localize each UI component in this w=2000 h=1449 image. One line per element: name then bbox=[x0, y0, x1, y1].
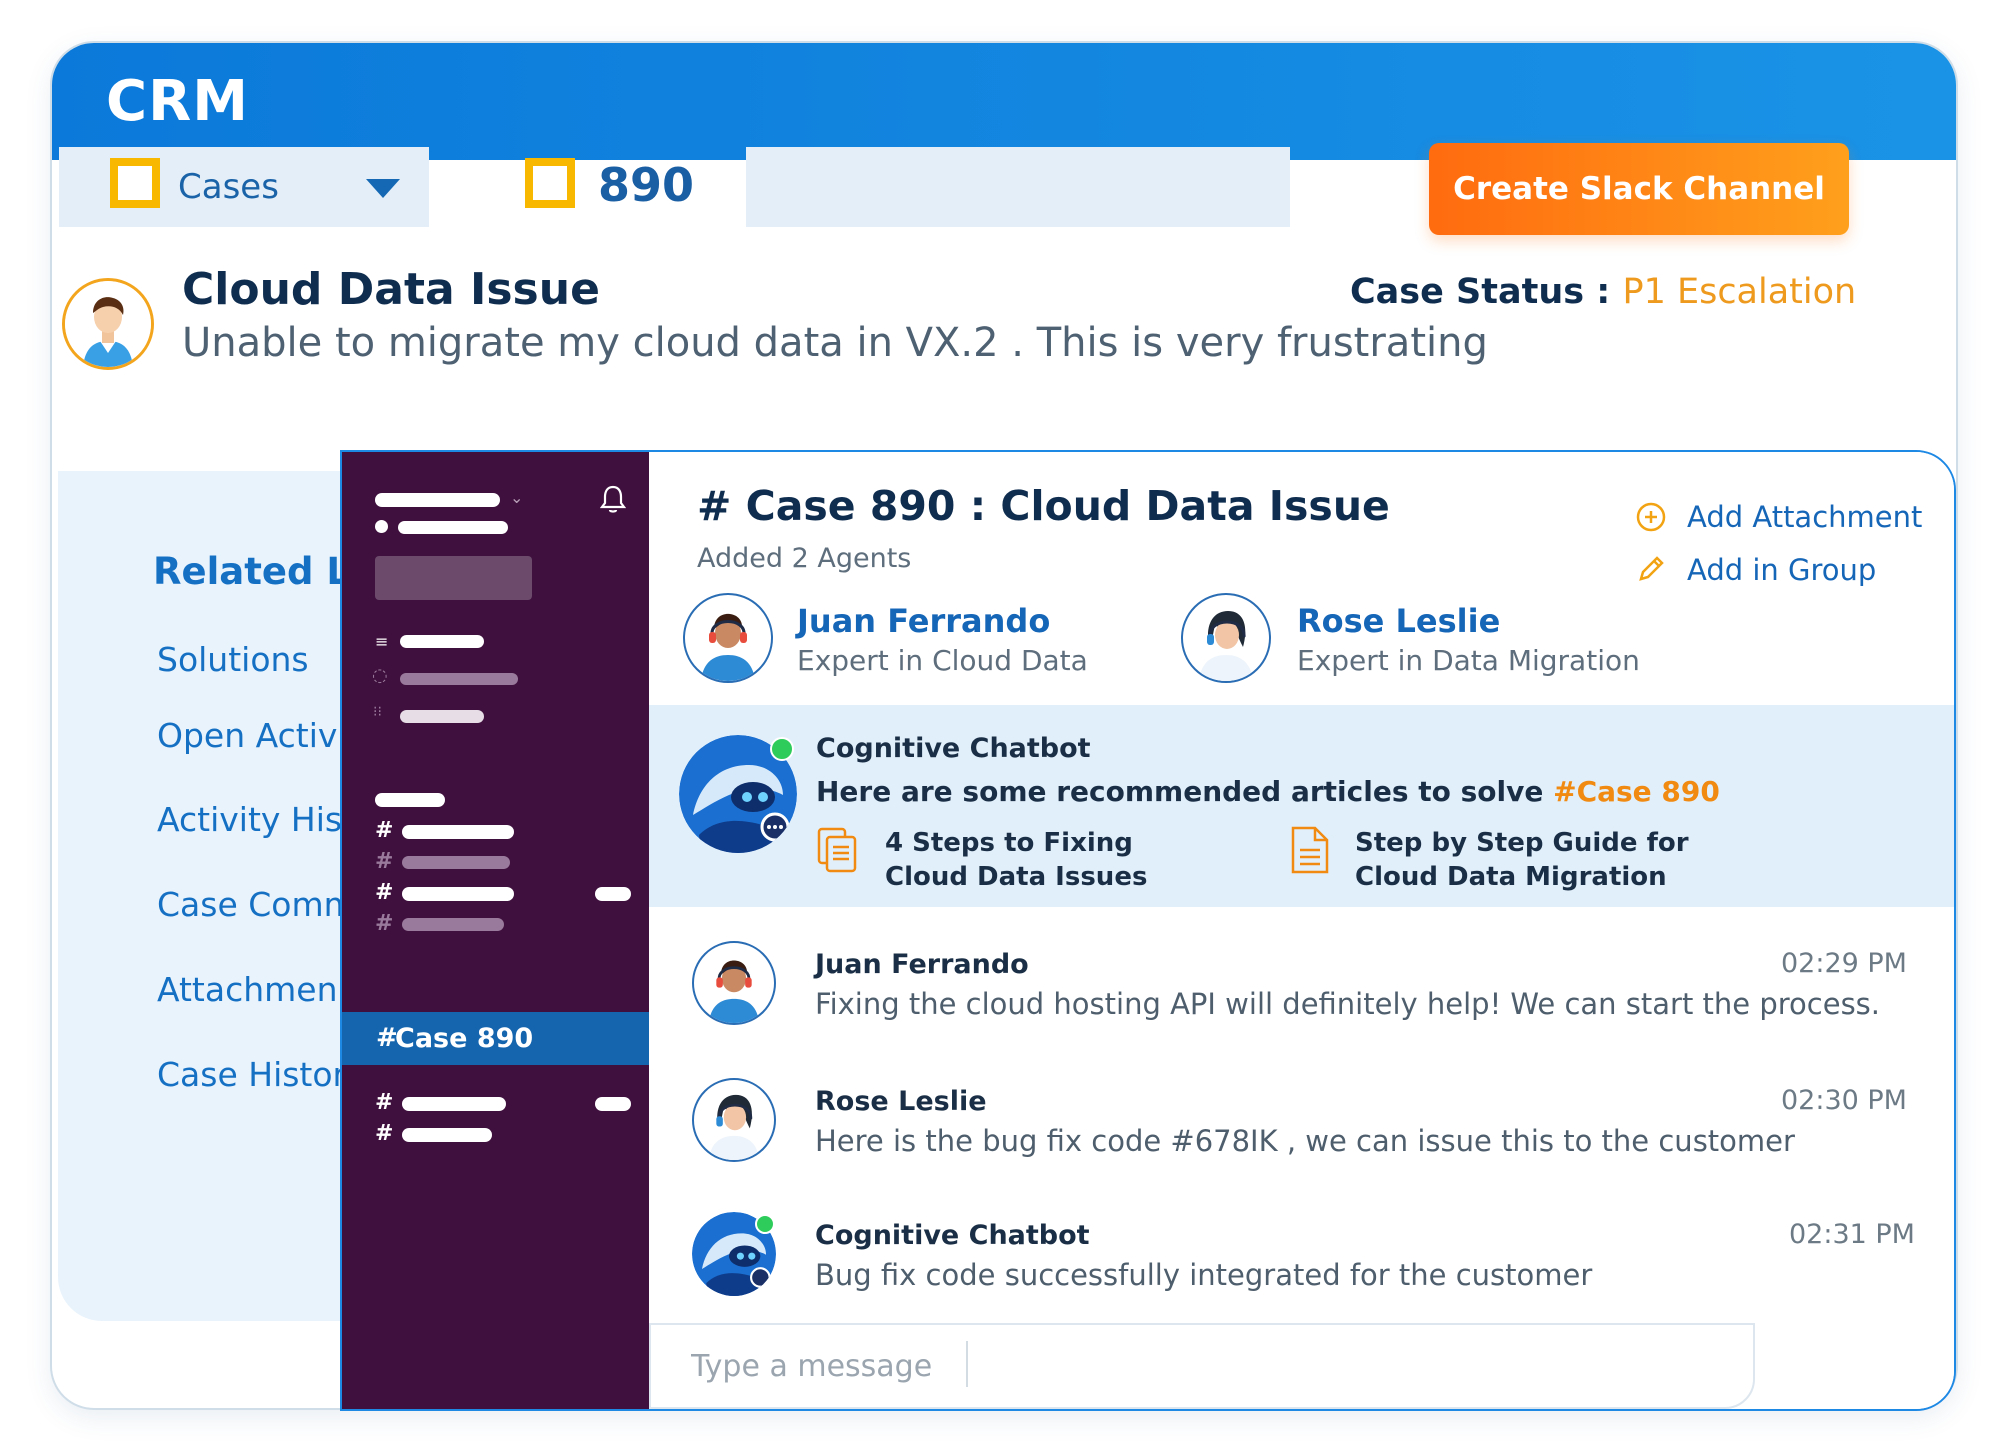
module-checkbox[interactable] bbox=[110, 158, 160, 208]
article-link-2[interactable]: Step by Step Guide for Cloud Data Migrat… bbox=[1355, 826, 1689, 894]
threads-icon: ≡ bbox=[375, 632, 389, 651]
plus-circle-icon[interactable] bbox=[1635, 501, 1667, 537]
related-lists-heading: Related Li bbox=[153, 550, 363, 593]
agent-name[interactable]: Juan Ferrando bbox=[797, 602, 1050, 640]
sidebar-channel-5[interactable] bbox=[402, 1097, 506, 1111]
hash-icon: # bbox=[375, 849, 394, 874]
message-text: Bug fix code successfully integrated for… bbox=[815, 1258, 1593, 1292]
related-item-case-history[interactable]: Case Histor bbox=[157, 1055, 346, 1094]
agent-headset-icon bbox=[1199, 611, 1253, 681]
channel-subtitle: Added 2 Agents bbox=[697, 543, 912, 574]
add-attachment-link[interactable]: Add Attachment bbox=[1687, 500, 1922, 534]
bot-message: Here are some recommended articles to so… bbox=[816, 775, 1720, 808]
chevron-down-icon[interactable] bbox=[366, 179, 400, 198]
username-placeholder bbox=[398, 521, 508, 534]
module-dropdown-label: Cases bbox=[178, 167, 279, 207]
message-author[interactable]: Rose Leslie bbox=[815, 1086, 987, 1117]
sidebar-channel-2[interactable] bbox=[402, 856, 510, 869]
bot-message-text: Here are some recommended articles to so… bbox=[816, 775, 1554, 808]
case-description: Unable to migrate my cloud data in VX.2 … bbox=[182, 320, 1488, 366]
message-timestamp: 02:31 PM bbox=[1789, 1219, 1915, 1250]
case-number: 890 bbox=[598, 158, 695, 212]
bell-icon[interactable] bbox=[599, 484, 627, 518]
message-timestamp: 02:29 PM bbox=[1781, 948, 1907, 979]
sidebar-item-threads[interactable] bbox=[400, 635, 484, 648]
pencil-icon[interactable] bbox=[1635, 553, 1667, 589]
agent-avatar-rose[interactable] bbox=[1181, 593, 1271, 683]
hash-icon: # bbox=[375, 1121, 394, 1146]
related-item-solutions[interactable]: Solutions bbox=[157, 640, 309, 679]
message-text: Fixing the cloud hosting API will defini… bbox=[815, 987, 1880, 1021]
online-status-icon bbox=[770, 737, 794, 761]
online-status-icon bbox=[755, 1214, 775, 1234]
composer-divider bbox=[966, 1341, 968, 1387]
unread-badge bbox=[595, 887, 631, 901]
sidebar-channel-6[interactable] bbox=[402, 1128, 492, 1142]
message-avatar-rose[interactable] bbox=[692, 1078, 776, 1162]
case-status: Case Status : P1 Escalation bbox=[1350, 272, 1856, 312]
grid-icon: ⁝⁝ bbox=[373, 704, 382, 720]
case-tag-link[interactable]: #Case 890 bbox=[1553, 775, 1720, 808]
article-title-line: Cloud Data Migration bbox=[1355, 862, 1667, 892]
sidebar-item-mentions[interactable] bbox=[400, 673, 518, 685]
message-text: Here is the bug fix code #678IK , we can… bbox=[815, 1124, 1795, 1158]
agent-role: Expert in Cloud Data bbox=[797, 644, 1088, 677]
message-author[interactable]: Cognitive Chatbot bbox=[815, 1220, 1090, 1251]
case-status-label: Case Status : bbox=[1350, 272, 1623, 312]
agent-name[interactable]: Rose Leslie bbox=[1297, 602, 1500, 640]
sidebar-channel-3[interactable] bbox=[402, 887, 514, 901]
app-title: CRM bbox=[106, 69, 249, 134]
create-slack-channel-button[interactable]: Create Slack Channel bbox=[1429, 143, 1849, 235]
hash-icon: # bbox=[375, 818, 394, 843]
workspace-name-placeholder[interactable] bbox=[375, 493, 500, 507]
related-item-open-activities[interactable]: Open Activ bbox=[157, 716, 337, 755]
chat-bubble-icon: ◌ bbox=[372, 665, 388, 686]
sidebar-item-apps[interactable] bbox=[400, 710, 484, 723]
status-dot-icon bbox=[375, 520, 388, 533]
agent-avatar-juan[interactable] bbox=[683, 593, 773, 683]
article-title-line: 4 Steps to Fixing bbox=[885, 828, 1133, 858]
channels-section-header[interactable] bbox=[375, 793, 445, 807]
slack-sidebar: ⌄ ≡ ◌ ⁝⁝ # # # # # Case 890 # # bbox=[342, 452, 649, 1409]
related-item-activity-history[interactable]: Activity His bbox=[157, 800, 342, 839]
related-item-attachments[interactable]: Attachmen bbox=[157, 970, 338, 1009]
documents-icon bbox=[815, 825, 861, 879]
agent-headset-icon bbox=[708, 1094, 760, 1160]
customer-avatar bbox=[62, 278, 154, 370]
hash-icon: # bbox=[375, 880, 394, 905]
bot-name: Cognitive Chatbot bbox=[816, 733, 1091, 764]
sidebar-channel-1[interactable] bbox=[402, 825, 514, 839]
person-icon bbox=[65, 281, 151, 367]
chevron-down-icon[interactable]: ⌄ bbox=[510, 488, 523, 507]
message-input[interactable] bbox=[691, 1344, 931, 1388]
agent-headset-icon bbox=[708, 960, 760, 1023]
hash-icon: # bbox=[375, 911, 394, 936]
hash-icon: # bbox=[375, 1090, 394, 1115]
slack-channel-view: # Case 890 : Cloud Data Issue Added 2 Ag… bbox=[649, 452, 1954, 1409]
slack-window: ⌄ ≡ ◌ ⁝⁝ # # # # # Case 890 # # # Case 8… bbox=[340, 450, 1956, 1411]
article-link-1[interactable]: 4 Steps to Fixing Cloud Data Issues bbox=[885, 826, 1147, 894]
case-checkbox[interactable] bbox=[525, 158, 575, 208]
channel-title: # Case 890 : Cloud Data Issue bbox=[697, 482, 1390, 530]
message-avatar-juan[interactable] bbox=[692, 941, 776, 1025]
related-item-case-comments[interactable]: Case Comm bbox=[157, 885, 356, 924]
add-in-group-link[interactable]: Add in Group bbox=[1687, 553, 1876, 587]
case-title: Cloud Data Issue bbox=[182, 264, 600, 315]
unread-badge bbox=[595, 1097, 631, 1111]
article-title-line: Cloud Data Issues bbox=[885, 862, 1148, 892]
case-search-input[interactable] bbox=[746, 147, 1290, 227]
active-channel-label: Case 890 bbox=[395, 1023, 534, 1054]
case-status-badge: P1 Escalation bbox=[1622, 272, 1857, 312]
message-author[interactable]: Juan Ferrando bbox=[815, 949, 1029, 980]
agent-headset-icon bbox=[701, 613, 755, 681]
agent-role: Expert in Data Migration bbox=[1297, 644, 1640, 677]
message-timestamp: 02:30 PM bbox=[1781, 1085, 1907, 1116]
sidebar-channel-4[interactable] bbox=[402, 918, 504, 931]
document-icon bbox=[1289, 824, 1331, 880]
sidebar-jump-to[interactable] bbox=[375, 556, 532, 600]
article-title-line: Step by Step Guide for bbox=[1355, 828, 1689, 858]
